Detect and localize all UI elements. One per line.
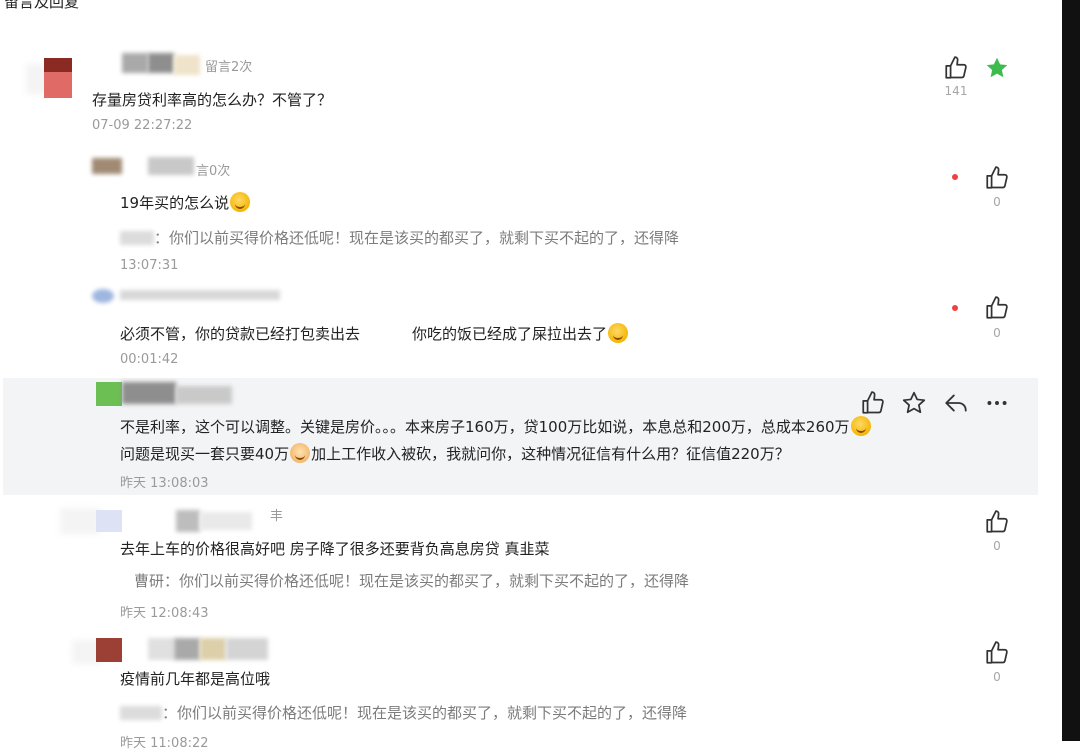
like-count: 0 (993, 326, 1001, 340)
page-title: 留言及回复 (4, 0, 80, 11)
comment-text: 存量房贷利率高的怎么办？不管了？ (92, 91, 333, 109)
comment-time: 13:07:31 (120, 258, 179, 273)
username-blurred-2 (148, 53, 174, 73)
cat-emoji-icon (290, 443, 311, 463)
reply-quote: 曹研：你们以前买得价格还低呢！现在是该买的都买了，就剩下买不起的了，还得降 (120, 570, 689, 591)
unread-dot (952, 174, 958, 180)
username-blurred-4 (226, 638, 268, 660)
thumbs-up-icon[interactable] (984, 509, 1010, 535)
comment-text: 19年买的怎么说 (120, 192, 251, 213)
comment-line-2a: 问题是现买一套只要40万 (120, 445, 290, 463)
comment-time: 07-09 22:27:22 (92, 118, 193, 133)
comment-text-b: 你吃的饭已经成了屎拉出去了 (412, 325, 608, 343)
comment-line-1: 不是利率，这个可以调整。关键是房价。。。本来房子160万，贷100万比如说，本息… (120, 418, 850, 436)
username-blurred[interactable] (148, 638, 174, 660)
avatar[interactable] (96, 638, 122, 662)
comment-time: 00:01:42 (120, 352, 179, 367)
thumbs-up-icon[interactable] (943, 55, 969, 81)
avatar[interactable] (96, 510, 122, 532)
comment-text: 疫情前几年都是高位哦 (120, 670, 271, 688)
thumbs-up-icon[interactable] (860, 390, 886, 416)
comment-time: 昨天 12:08:43 (120, 606, 209, 621)
avatar[interactable] (92, 158, 122, 174)
like-count: 0 (993, 539, 1001, 553)
like-count: 0 (993, 670, 1001, 684)
quote-text: 你们以前买得价格还低呢！现在是该买的都买了，就剩下买不起的了，还得降 (179, 572, 690, 590)
username-blurred-3 (200, 638, 226, 660)
comment-meta: 丰 (270, 509, 284, 524)
quote-username-blurred (120, 231, 154, 245)
quote-username[interactable]: 曹研 (134, 572, 164, 590)
comment-text: 去年上车的价格很高好吧 房子降了很多还要背负高息房贷 真韭菜 (120, 540, 550, 558)
avatar-lower (44, 72, 72, 98)
dizzy-emoji-icon (850, 416, 871, 436)
comment-time: 昨天 13:08:03 (120, 476, 209, 491)
username-blurred-2 (174, 638, 200, 660)
username-blurred-3 (174, 55, 200, 75)
reply-quote: ：你们以前买得价格还低呢！现在是该买的都买了，就剩下买不起的了，还得降 (120, 227, 679, 248)
username-blurred[interactable] (176, 510, 200, 532)
comment-text-a: 必须不管，你的贷款已经打包卖出去 (120, 325, 361, 343)
username-blurred[interactable] (122, 53, 148, 73)
quote-username-blurred (120, 706, 162, 720)
username-blurred-2 (176, 386, 232, 404)
comment-text-line-2: 问题是现买一套只要40万 加上工作收入被砍，我就问你，这种情况征信有什么用？征信值… (120, 443, 790, 464)
comment-time: 昨天 11:08:22 (120, 736, 209, 751)
comment-meta: 留言2次 (205, 60, 253, 75)
username-blurred-2 (200, 512, 252, 530)
comment-text-line-1: 不是利率，这个可以调整。关键是房价。。。本来房子160万，贷100万比如说，本息… (120, 416, 872, 437)
comment-text-body: 19年买的怎么说 (120, 194, 230, 212)
quote-colon: ： (162, 704, 178, 722)
reply-quote: ：你们以前买得价格还低呢！现在是该买的都买了，就剩下买不起的了，还得降 (120, 702, 687, 723)
comment-text: 必须不管，你的贷款已经打包卖出去 你吃的饭已经成了屎拉出去了 (120, 323, 629, 344)
quote-colon: ： (154, 229, 170, 247)
reply-icon[interactable] (943, 390, 969, 416)
star-icon[interactable] (984, 55, 1010, 81)
avatar[interactable] (92, 289, 114, 303)
comment-line-2b: 加上工作收入被砍，我就问你，这种情况征信有什么用？征信值220万？ (311, 445, 790, 463)
username-blurred[interactable] (122, 382, 176, 404)
like-count: 141 (944, 84, 968, 98)
laughing-emoji-icon (608, 323, 629, 343)
like-count: 0 (993, 195, 1001, 209)
unread-dot (952, 305, 958, 311)
comment-meta: 言0次 (196, 164, 231, 179)
quote-text: 你们以前买得价格还低呢！现在是该买的都买了，就剩下买不起的了，还得降 (169, 229, 680, 247)
quote-colon: ： (164, 572, 180, 590)
laughing-emoji-icon (230, 192, 251, 212)
star-icon[interactable] (901, 390, 927, 416)
thumbs-up-icon[interactable] (984, 295, 1010, 321)
thumbs-up-icon[interactable] (984, 165, 1010, 191)
window-edge (1062, 0, 1080, 741)
avatar[interactable] (96, 382, 122, 406)
avatar-blur (60, 508, 100, 534)
more-icon[interactable] (984, 390, 1010, 416)
username-blurred[interactable] (148, 157, 194, 175)
quote-text: 你们以前买得价格还低呢！现在是该买的都买了，就剩下买不起的了，还得降 (177, 704, 688, 722)
username-blurred[interactable] (120, 290, 280, 300)
thumbs-up-icon[interactable] (984, 640, 1010, 666)
